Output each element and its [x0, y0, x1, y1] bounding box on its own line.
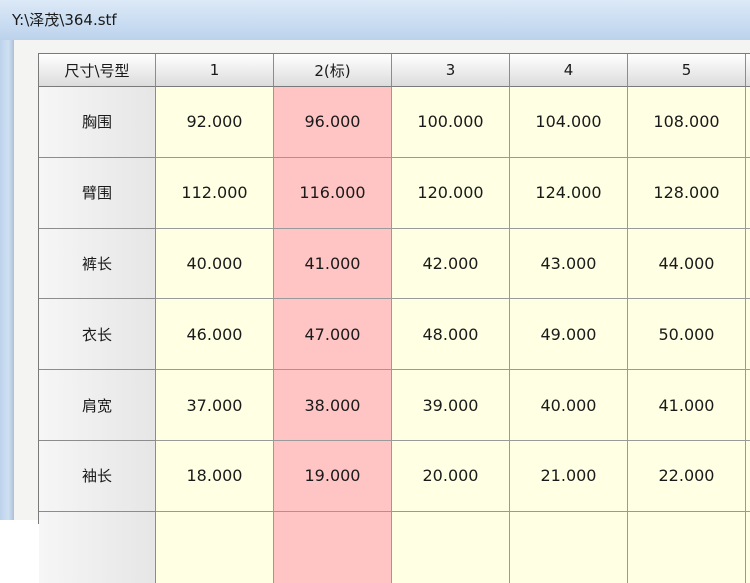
table-cell[interactable]: 21.000	[510, 441, 628, 512]
table-cell[interactable]: 37.000	[156, 370, 274, 441]
window-content: 尺寸\号型 1 2(标) 3 4 5 胸围 92.000 96.000 100.000 104.00…	[14, 40, 750, 583]
table-cell[interactable]	[156, 511, 274, 583]
table-cell[interactable]: 116.000	[274, 157, 392, 229]
row-header[interactable]: 袖长	[39, 441, 156, 512]
table-cell[interactable]: 22.000	[628, 441, 746, 512]
table-cell[interactable]: 44.000	[628, 228, 746, 300]
table-cell[interactable]: 48.000	[392, 299, 510, 371]
table-cell[interactable]: 92.000	[156, 87, 274, 158]
table-cell[interactable]: 104.000	[510, 87, 628, 158]
row-header[interactable]: 臂围	[39, 157, 156, 229]
table-cell[interactable]: 120.000	[392, 157, 510, 229]
table-cell[interactable]: 20.000	[392, 441, 510, 512]
column-header-size-2[interactable]: 2(标)	[274, 54, 392, 87]
table-cell[interactable]: 39.000	[392, 370, 510, 441]
table-cell-overflow	[746, 370, 750, 441]
table-cell[interactable]: 49.000	[510, 299, 628, 371]
column-header-size-3[interactable]: 3	[392, 54, 510, 87]
table-cell[interactable]: 43.000	[510, 228, 628, 300]
table-cell[interactable]	[274, 511, 392, 583]
table-cell-overflow	[746, 87, 750, 158]
table-cell[interactable]: 96.000	[274, 87, 392, 158]
table-cell-overflow	[746, 228, 750, 300]
size-spec-table: 尺寸\号型 1 2(标) 3 4 5 胸围 92.000 96.000 100.000 104.00…	[38, 53, 750, 583]
table-cell[interactable]: 50.000	[628, 299, 746, 371]
window-titlebar[interactable]: Y:\泽茂\364.stf	[0, 0, 750, 40]
row-header[interactable]: 裤长	[39, 228, 156, 300]
column-header-size-1[interactable]: 1	[156, 54, 274, 87]
row-header[interactable]: 肩宽	[39, 370, 156, 441]
column-header-overflow	[746, 54, 750, 87]
table-cell[interactable]: 100.000	[392, 87, 510, 158]
table-cell[interactable]: 41.000	[628, 370, 746, 441]
table-cell[interactable]: 40.000	[156, 228, 274, 300]
table-cell-overflow	[746, 511, 750, 583]
column-header-size-4[interactable]: 4	[510, 54, 628, 87]
row-header[interactable]: 衣长	[39, 299, 156, 371]
table-cell[interactable]: 38.000	[274, 370, 392, 441]
table-cell-overflow	[746, 441, 750, 512]
table-cell[interactable]: 18.000	[156, 441, 274, 512]
table-cell[interactable]: 19.000	[274, 441, 392, 512]
table-cell[interactable]	[628, 511, 746, 583]
column-header-size-5[interactable]: 5	[628, 54, 746, 87]
table-cell[interactable]: 112.000	[156, 157, 274, 229]
table-cell[interactable]: 124.000	[510, 157, 628, 229]
table-cell[interactable]: 42.000	[392, 228, 510, 300]
table-cell[interactable]	[392, 511, 510, 583]
window-left-border	[0, 40, 14, 520]
table-cell-overflow	[746, 157, 750, 229]
row-header[interactable]: 胸围	[39, 87, 156, 158]
table-cell[interactable]: 108.000	[628, 87, 746, 158]
table-cell[interactable]: 46.000	[156, 299, 274, 371]
table-cell[interactable]: 47.000	[274, 299, 392, 371]
table-cell[interactable]: 41.000	[274, 228, 392, 300]
table-cell[interactable]	[510, 511, 628, 583]
row-header[interactable]	[39, 511, 156, 583]
corner-header: 尺寸\号型	[39, 54, 156, 87]
table-cell-overflow	[746, 299, 750, 371]
table-cell[interactable]: 40.000	[510, 370, 628, 441]
window-title: Y:\泽茂\364.stf	[12, 11, 117, 29]
table-cell[interactable]: 128.000	[628, 157, 746, 229]
